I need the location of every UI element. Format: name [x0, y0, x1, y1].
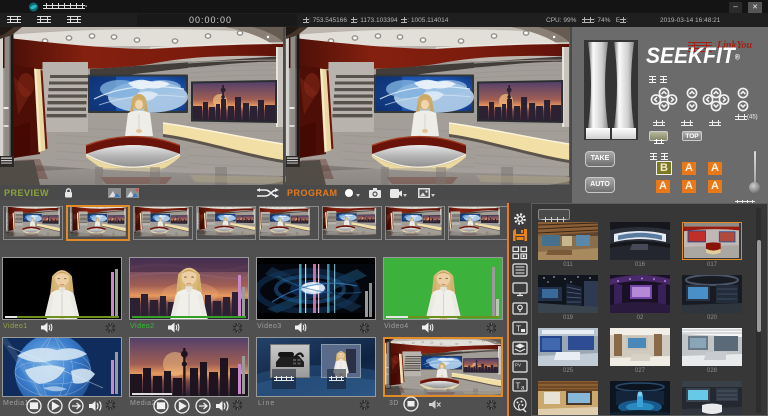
svg-text:PV: PV — [515, 363, 521, 368]
svg-text:T: T — [516, 325, 521, 334]
svg-text:T: T — [516, 382, 521, 391]
